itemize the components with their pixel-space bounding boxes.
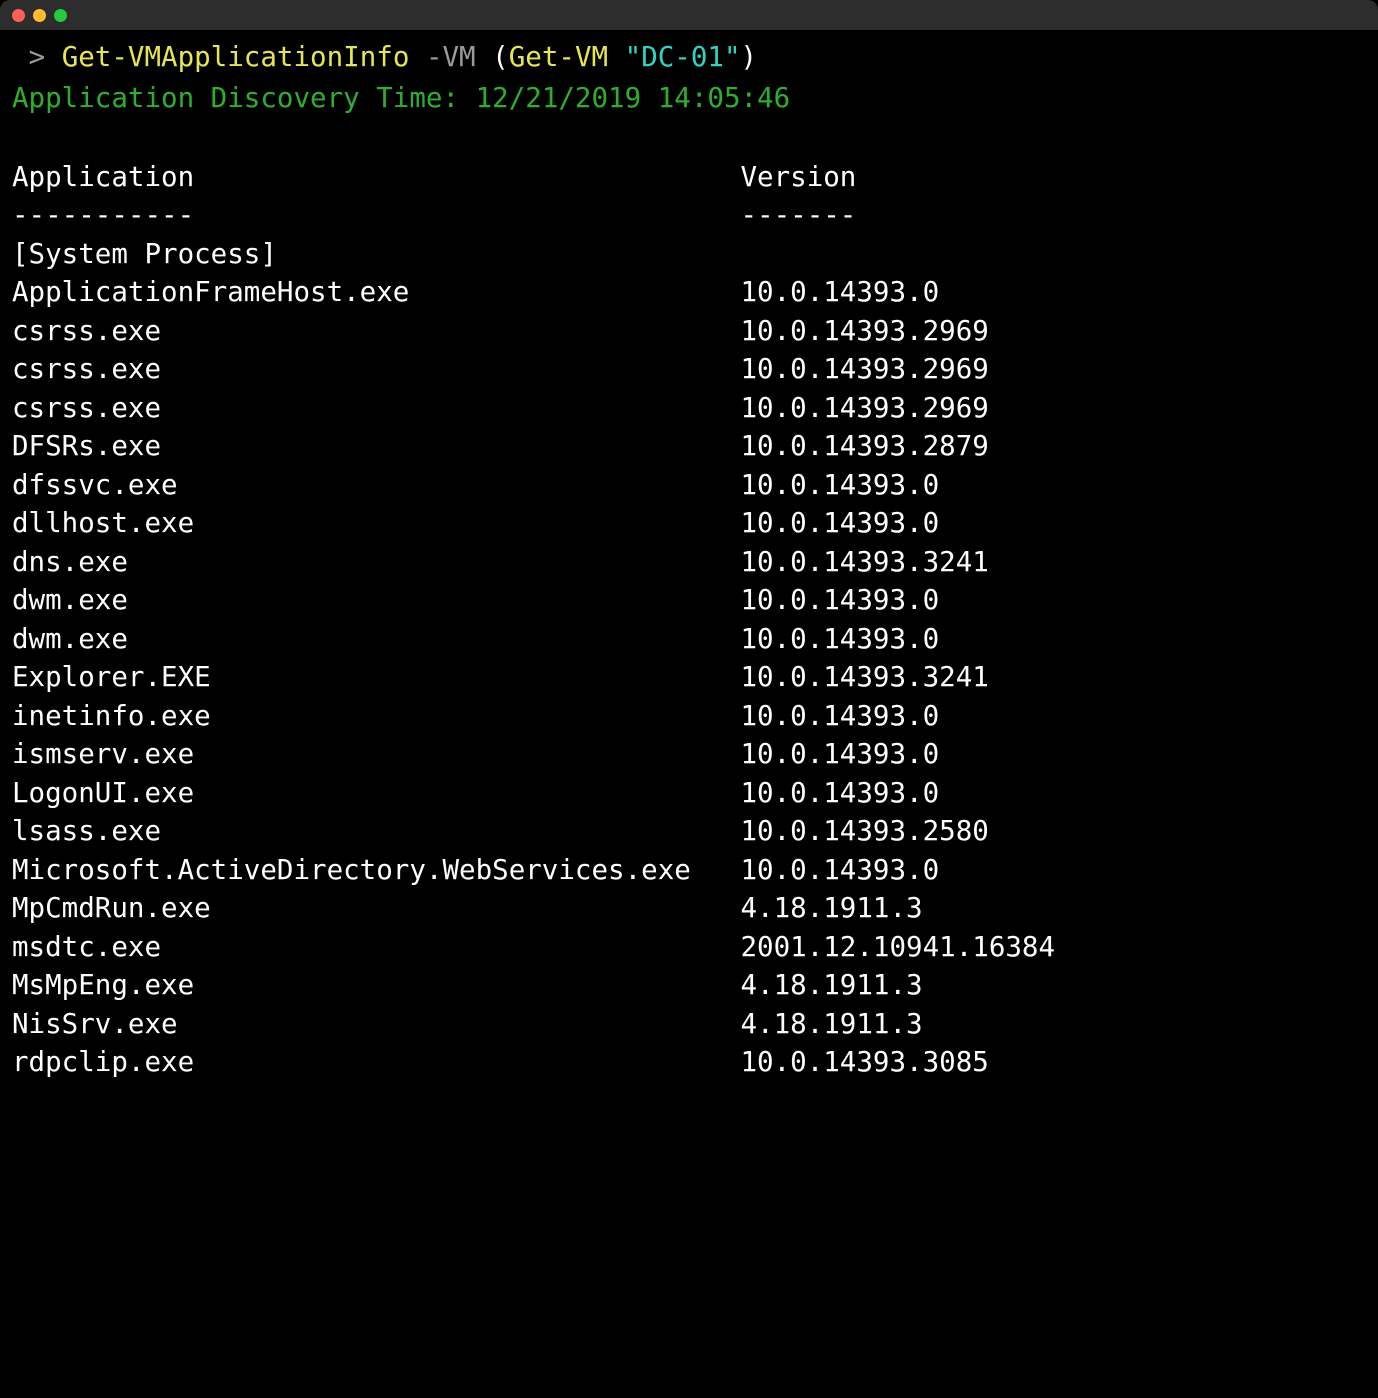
table-row: dwm.exe10.0.14393.0 (12, 581, 1366, 620)
table-row: lsass.exe10.0.14393.2580 (12, 812, 1366, 851)
application-cell: dfssvc.exe (12, 466, 740, 505)
application-cell: dns.exe (12, 543, 740, 582)
application-cell: LogonUI.exe (12, 774, 740, 813)
close-icon[interactable] (12, 9, 25, 22)
table-row: Explorer.EXE10.0.14393.3241 (12, 658, 1366, 697)
terminal-body[interactable]: > Get-VMApplicationInfo -VM (Get-VM "DC-… (0, 30, 1378, 1094)
maximize-icon[interactable] (54, 9, 67, 22)
application-cell: csrss.exe (12, 312, 740, 351)
table-row: MpCmdRun.exe4.18.1911.3 (12, 889, 1366, 928)
table-row: NisSrv.exe4.18.1911.3 (12, 1005, 1366, 1044)
version-cell: 10.0.14393.0 (740, 697, 939, 736)
version-cell: 10.0.14393.0 (740, 581, 939, 620)
application-cell: DFSRs.exe (12, 427, 740, 466)
table-row: Microsoft.ActiveDirectory.WebServices.ex… (12, 851, 1366, 890)
application-cell: dllhost.exe (12, 504, 740, 543)
application-cell: dwm.exe (12, 620, 740, 659)
prompt-line: > Get-VMApplicationInfo -VM (Get-VM "DC-… (12, 38, 1366, 79)
table-row: dfssvc.exe10.0.14393.0 (12, 466, 1366, 505)
minimize-icon[interactable] (33, 9, 46, 22)
application-cell: [System Process] (12, 235, 740, 274)
application-cell: ismserv.exe (12, 735, 740, 774)
version-cell: 10.0.14393.0 (740, 735, 939, 774)
version-cell: 10.0.14393.0 (740, 774, 939, 813)
version-cell: 4.18.1911.3 (740, 966, 922, 1005)
application-cell: Microsoft.ActiveDirectory.WebServices.ex… (12, 851, 740, 890)
application-cell: msdtc.exe (12, 928, 740, 967)
table-row: ismserv.exe10.0.14393.0 (12, 735, 1366, 774)
version-cell: 10.0.14393.0 (740, 620, 939, 659)
terminal-window: > Get-VMApplicationInfo -VM (Get-VM "DC-… (0, 0, 1378, 1398)
version-cell: 2001.12.10941.16384 (740, 928, 1055, 967)
header-version-underline: ------- (740, 196, 856, 235)
version-cell: 10.0.14393.3241 (740, 658, 988, 697)
application-cell: ApplicationFrameHost.exe (12, 273, 740, 312)
prompt-inner-cmdlet: Get-VM (509, 41, 608, 73)
version-cell: 10.0.14393.0 (740, 851, 939, 890)
version-cell: 4.18.1911.3 (740, 889, 922, 928)
table-row: ApplicationFrameHost.exe10.0.14393.0 (12, 273, 1366, 312)
titlebar (0, 0, 1378, 30)
prompt-param: -VM (426, 41, 476, 73)
blank-line (12, 119, 1366, 158)
version-cell: 4.18.1911.3 (740, 1005, 922, 1044)
application-cell: csrss.exe (12, 389, 740, 428)
application-cell: dwm.exe (12, 581, 740, 620)
application-cell: Explorer.EXE (12, 658, 740, 697)
prompt-caret: > (29, 41, 46, 73)
discovery-line: Application Discovery Time: 12/21/2019 1… (12, 79, 1366, 120)
header-application-underline: ----------- (12, 196, 740, 235)
table-row: csrss.exe10.0.14393.2969 (12, 389, 1366, 428)
table-row: dns.exe10.0.14393.3241 (12, 543, 1366, 582)
version-cell: 10.0.14393.0 (740, 504, 939, 543)
version-cell: 10.0.14393.0 (740, 273, 939, 312)
table-row: dwm.exe10.0.14393.0 (12, 620, 1366, 659)
header-application: Application (12, 158, 740, 197)
version-cell: 10.0.14393.2580 (740, 812, 988, 851)
prompt-close-paren: ) (741, 41, 758, 73)
table-row: rdpclip.exe10.0.14393.3085 (12, 1043, 1366, 1082)
version-cell: 10.0.14393.2969 (740, 350, 988, 389)
table-row: msdtc.exe2001.12.10941.16384 (12, 928, 1366, 967)
prompt-open-paren: ( (492, 41, 509, 73)
application-cell: MpCmdRun.exe (12, 889, 740, 928)
version-cell: 10.0.14393.2969 (740, 312, 988, 351)
table-row: DFSRs.exe10.0.14393.2879 (12, 427, 1366, 466)
discovery-timestamp: 12/21/2019 14:05:46 (476, 82, 791, 114)
application-cell: MsMpEng.exe (12, 966, 740, 1005)
table-row: csrss.exe10.0.14393.2969 (12, 312, 1366, 351)
table-underline-row: ------------------ (12, 196, 1366, 235)
prompt-cmdlet: Get-VMApplicationInfo (62, 41, 410, 73)
discovery-label: Application Discovery Time: (12, 82, 459, 114)
application-cell: rdpclip.exe (12, 1043, 740, 1082)
table-row: dllhost.exe10.0.14393.0 (12, 504, 1366, 543)
application-cell: lsass.exe (12, 812, 740, 851)
version-cell: 10.0.14393.3241 (740, 543, 988, 582)
application-cell: NisSrv.exe (12, 1005, 740, 1044)
prompt-vm-arg: "DC-01" (625, 41, 741, 73)
header-version: Version (740, 158, 856, 197)
table-row: MsMpEng.exe4.18.1911.3 (12, 966, 1366, 1005)
version-cell: 10.0.14393.0 (740, 466, 939, 505)
version-cell: 10.0.14393.2879 (740, 427, 988, 466)
table-header-row: ApplicationVersion (12, 158, 1366, 197)
application-cell: csrss.exe (12, 350, 740, 389)
table-row: inetinfo.exe10.0.14393.0 (12, 697, 1366, 736)
application-cell: inetinfo.exe (12, 697, 740, 736)
table-row: csrss.exe10.0.14393.2969 (12, 350, 1366, 389)
version-cell: 10.0.14393.2969 (740, 389, 988, 428)
table-row: LogonUI.exe10.0.14393.0 (12, 774, 1366, 813)
version-cell: 10.0.14393.3085 (740, 1043, 988, 1082)
table-row: [System Process] (12, 235, 1366, 274)
